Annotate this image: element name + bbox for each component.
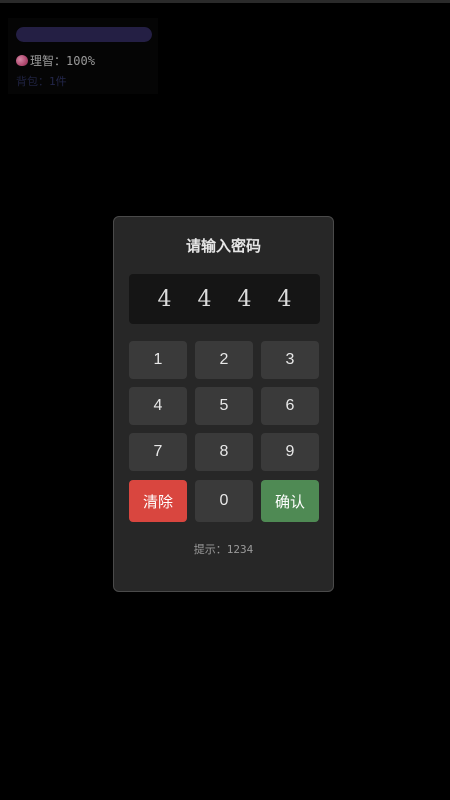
key-1-button[interactable]: 1 <box>129 341 187 379</box>
sanity-readout: 理智： 100% <box>16 52 95 69</box>
sanity-bar-fill <box>16 27 152 42</box>
status-hud: 理智： 100% 背包：1件 <box>8 18 158 94</box>
key-7-button[interactable]: 7 <box>129 433 187 471</box>
confirm-button[interactable]: 确认 <box>261 480 319 522</box>
sanity-bar <box>16 27 152 42</box>
key-8-button[interactable]: 8 <box>195 433 253 471</box>
key-5-button[interactable]: 5 <box>195 387 253 425</box>
brain-icon <box>16 55 28 66</box>
entered-digit: 4 <box>157 286 172 312</box>
clear-button[interactable]: 清除 <box>129 480 187 522</box>
inventory-readout: 背包：1件 <box>16 73 67 89</box>
inventory-label: 背包： <box>16 75 49 88</box>
key-3-button[interactable]: 3 <box>261 341 319 379</box>
password-display: 4 4 4 4 <box>129 274 320 324</box>
key-9-button[interactable]: 9 <box>261 433 319 471</box>
sanity-value: 100% <box>66 53 95 68</box>
top-border <box>0 0 450 3</box>
entered-digit: 4 <box>197 286 212 312</box>
key-6-button[interactable]: 6 <box>261 387 319 425</box>
password-hint: 提示：1234 <box>193 543 254 556</box>
entered-digit: 4 <box>277 286 292 312</box>
sanity-label: 理智： <box>30 54 67 68</box>
password-dialog: 请输入密码 4 4 4 4 1 2 3 4 5 6 7 8 9 清除 0 确认 … <box>113 216 334 592</box>
entered-digit: 4 <box>237 286 252 312</box>
key-4-button[interactable]: 4 <box>129 387 187 425</box>
inventory-count: 1件 <box>49 75 67 88</box>
key-0-button[interactable]: 0 <box>195 480 253 522</box>
dialog-title: 请输入密码 <box>185 237 261 255</box>
key-2-button[interactable]: 2 <box>195 341 253 379</box>
